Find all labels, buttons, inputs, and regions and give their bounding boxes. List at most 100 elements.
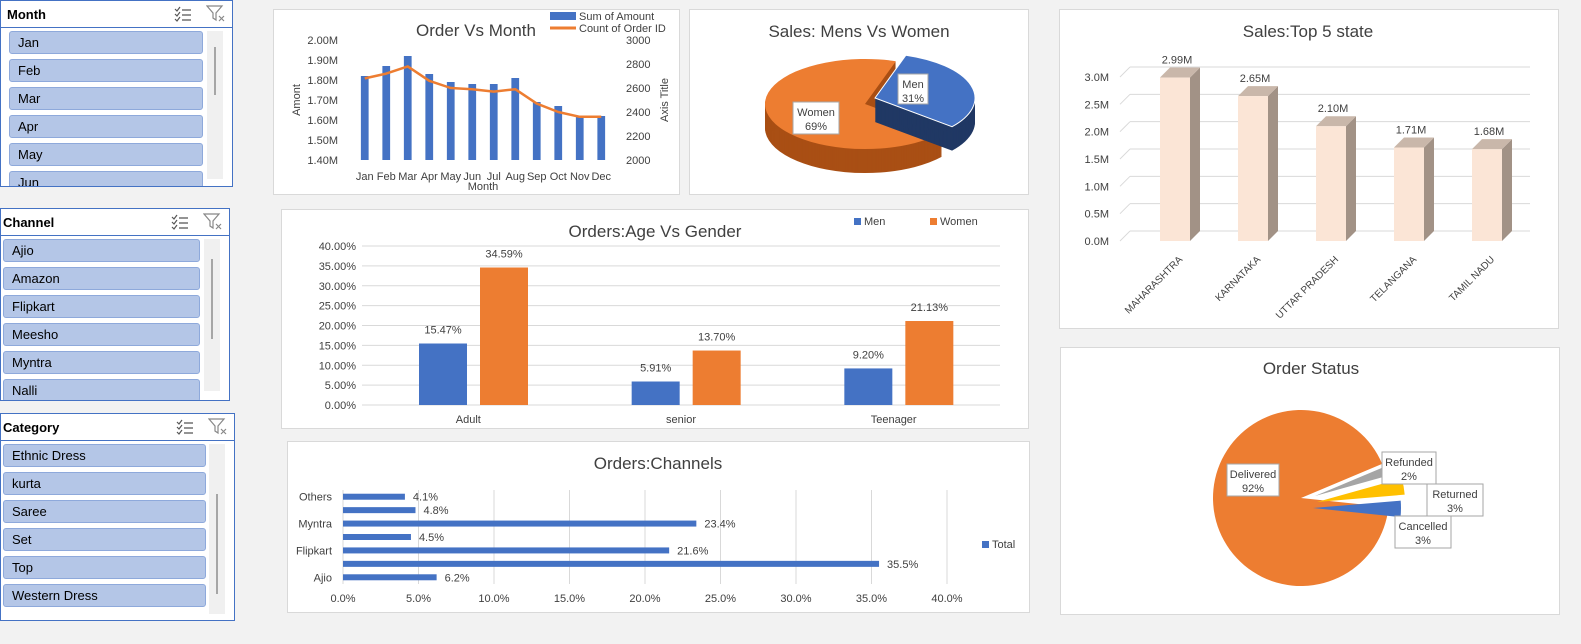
slicer-item[interactable]: Myntra bbox=[3, 351, 200, 374]
slicer-tools bbox=[176, 418, 228, 436]
x-tick-label: senior bbox=[666, 414, 696, 426]
bar bbox=[905, 321, 954, 405]
x-tick-label: 30.0% bbox=[780, 593, 811, 605]
data-label: 2% bbox=[1401, 471, 1417, 483]
slicer-item[interactable]: Ajio bbox=[3, 239, 200, 262]
y-tick-label: 0.00% bbox=[325, 400, 356, 412]
chart-title: Order Vs Month bbox=[416, 21, 536, 40]
data-label: 21.13% bbox=[911, 302, 949, 314]
slicer-item[interactable]: Western Dress bbox=[3, 584, 206, 607]
x-tick-label: Dec bbox=[591, 171, 611, 183]
column-side bbox=[1424, 137, 1434, 241]
column-side bbox=[1346, 116, 1356, 241]
slicer-header: Channel bbox=[3, 213, 223, 231]
y-tick-label: 30.00% bbox=[319, 281, 357, 293]
order-status-chart[interactable]: Order Status Delivered 92% Refunded 2% Return… bbox=[1060, 347, 1560, 615]
column bbox=[1394, 147, 1424, 241]
slicer-divider bbox=[1, 235, 229, 236]
data-label: 2.65M bbox=[1240, 73, 1271, 85]
slicer-item[interactable]: kurta bbox=[3, 472, 206, 495]
x-tick-label: TELANGANA bbox=[1369, 254, 1420, 305]
gridline bbox=[1119, 203, 1131, 215]
gridline bbox=[1119, 175, 1131, 187]
column bbox=[1160, 77, 1190, 242]
x-axis-label: Month bbox=[468, 181, 499, 193]
y-tick-label: 35.00% bbox=[319, 261, 357, 273]
multi-select-icon[interactable] bbox=[171, 214, 189, 230]
legend-label: Men bbox=[864, 216, 885, 228]
slicer-item[interactable]: Flipkart bbox=[3, 295, 200, 318]
slicer-item[interactable]: Nalli bbox=[3, 379, 200, 400]
legend-swatch bbox=[854, 218, 861, 225]
x-tick-label: 5.0% bbox=[406, 593, 431, 605]
bar bbox=[343, 560, 880, 567]
slicer-tools bbox=[174, 5, 226, 23]
x-tick-label: 15.0% bbox=[554, 593, 585, 605]
gridline bbox=[1119, 121, 1131, 133]
order-vs-month-chart[interactable]: Order Vs Month 1.40M 1.50M 1.60M 1.70M 1.80M 1… bbox=[273, 9, 680, 195]
y2-axis-label: Axis Title bbox=[659, 78, 671, 122]
multi-select-icon[interactable] bbox=[176, 419, 194, 435]
x-tick-label: Jan bbox=[356, 171, 374, 183]
slicer-scrollbar[interactable] bbox=[207, 31, 223, 179]
legend-label: Women bbox=[940, 216, 978, 228]
bar bbox=[631, 381, 680, 405]
data-label: 4.8% bbox=[423, 505, 448, 517]
slicer-item[interactable]: May bbox=[9, 143, 203, 166]
slicer-item[interactable]: Amazon bbox=[3, 267, 200, 290]
clear-filter-icon[interactable] bbox=[203, 213, 223, 231]
slicer-item[interactable]: Feb bbox=[9, 59, 203, 82]
column bbox=[1316, 126, 1346, 241]
sales-gender-chart[interactable]: Sales: Mens Vs Women Men 31% Women 69% bbox=[689, 9, 1029, 195]
top-states-chart[interactable]: Sales:Top 5 state 0.0M 0.5M 1.0M 1.5M 2.0M 2.5… bbox=[1059, 9, 1559, 329]
bar bbox=[575, 116, 584, 160]
legend-label: Total bbox=[992, 539, 1015, 551]
bar bbox=[403, 56, 412, 160]
data-label: Cancelled bbox=[1399, 521, 1448, 533]
data-label: 2.10M bbox=[1318, 103, 1349, 115]
slicer-item[interactable]: Ethnic Dress bbox=[3, 444, 206, 467]
chart-title: Sales:Top 5 state bbox=[1243, 22, 1373, 41]
data-label: 15.47% bbox=[424, 325, 462, 337]
y-tick-label: Flipkart bbox=[296, 545, 332, 557]
slicer-item[interactable]: Meesho bbox=[3, 323, 200, 346]
slicer-item[interactable]: Set bbox=[3, 528, 206, 551]
age-gender-chart[interactable]: Orders:Age Vs Gender 0.00% 5.00% 10.00% 15.0… bbox=[281, 209, 1029, 429]
slicer-item[interactable]: Saree bbox=[3, 500, 206, 523]
channels-chart[interactable]: Orders:Channels 0.0% 5.0% 10.0% 15.0% 20.0% 25… bbox=[287, 441, 1030, 613]
slicer-scrollbar[interactable] bbox=[204, 239, 220, 391]
y-tick-label: 3.0M bbox=[1085, 72, 1109, 84]
bar bbox=[844, 368, 893, 405]
x-tick-label: Apr bbox=[421, 171, 438, 183]
data-label: Women bbox=[797, 107, 835, 119]
order-vs-month-plot: Order Vs Month 1.40M 1.50M 1.60M 1.70M 1.80M 1… bbox=[291, 11, 671, 193]
y-tick-label: 1.90M bbox=[307, 55, 338, 67]
y-tick-label: 1.50M bbox=[307, 135, 338, 147]
y-tick-label: 1.70M bbox=[307, 95, 338, 107]
data-label: 4.5% bbox=[419, 532, 444, 544]
y-tick-label: 40.00% bbox=[319, 241, 357, 253]
clear-filter-icon[interactable] bbox=[208, 418, 228, 436]
legend-label: Sum of Amount bbox=[579, 11, 654, 23]
data-label: 69% bbox=[805, 121, 827, 133]
data-label: 92% bbox=[1242, 483, 1264, 495]
bar bbox=[692, 350, 741, 405]
slicer-item[interactable]: Jun bbox=[9, 171, 203, 186]
multi-select-icon[interactable] bbox=[174, 6, 192, 22]
x-tick-label: Mar bbox=[398, 171, 417, 183]
x-tick-label: May bbox=[440, 171, 461, 183]
clear-filter-icon[interactable] bbox=[206, 5, 226, 23]
y2-tick-label: 2200 bbox=[626, 131, 650, 143]
column-side bbox=[1190, 67, 1200, 241]
category-slicer: Category Ethnic Dress kurta Saree Set To… bbox=[0, 413, 235, 621]
x-tick-label: Nov bbox=[570, 171, 590, 183]
slicer-scrollbar[interactable] bbox=[209, 444, 225, 614]
slicer-item[interactable]: Apr bbox=[9, 115, 203, 138]
y-axis-label: Amont bbox=[291, 84, 303, 116]
data-label: 2.99M bbox=[1162, 55, 1193, 67]
slicer-item[interactable]: Jan bbox=[9, 31, 203, 54]
slicer-item[interactable]: Mar bbox=[9, 87, 203, 110]
slicer-header: Category bbox=[3, 418, 228, 436]
x-tick-label: Feb bbox=[377, 171, 396, 183]
slicer-item[interactable]: Top bbox=[3, 556, 206, 579]
